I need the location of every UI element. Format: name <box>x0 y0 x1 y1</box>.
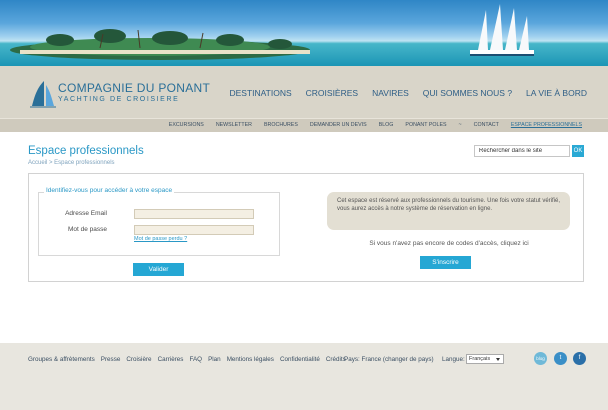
breadcrumb[interactable]: Accueil > Espace professionnels <box>28 160 115 166</box>
email-field[interactable] <box>134 209 254 219</box>
footer-link-groupes[interactable]: Groupes & affrètements <box>28 356 95 363</box>
country-selector[interactable]: Pays: France (changer de pays) <box>344 356 434 363</box>
password-label: Mot de passe <box>67 226 107 233</box>
subnav-newsletter[interactable]: NEWSLETTER <box>210 122 258 128</box>
page-title: Espace professionnels <box>28 145 144 157</box>
footer-link-plan[interactable]: Plan <box>208 356 221 363</box>
subnav-devis[interactable]: DEMANDER UN DEVIS <box>304 122 373 128</box>
nav-destinations[interactable]: DESTINATIONS <box>222 88 298 98</box>
site-footer: Groupes & affrètements Presse Croisière … <box>0 343 608 410</box>
subnav-espace-pro[interactable]: ESPACE PROFESSIONNELS <box>505 122 588 128</box>
banner-illustration <box>10 4 534 60</box>
nav-navires[interactable]: NAVIRES <box>365 88 416 98</box>
footer-link-faq[interactable]: FAQ <box>189 356 202 363</box>
validate-button[interactable]: Valider <box>133 263 184 276</box>
footer-link-carrieres[interactable]: Carrières <box>158 356 184 363</box>
subnav-blog[interactable]: BLOG <box>373 122 400 128</box>
signup-button[interactable]: S'inscrire <box>420 256 471 269</box>
blog-icon[interactable]: blog <box>534 352 547 365</box>
footer-link-croisiere[interactable]: Croisière <box>126 356 151 363</box>
nav-vie-a-bord[interactable]: LA VIE À BORD <box>519 88 594 98</box>
forgot-password-link[interactable]: Mot de passe perdu ? <box>134 236 187 242</box>
info-box: Cet espace est réservé aux professionnel… <box>327 192 570 230</box>
hero-banner <box>0 0 608 66</box>
login-fieldset: Identifiez-vous pour accéder à votre esp… <box>38 187 280 256</box>
subnav-excursions[interactable]: EXCURSIONS <box>163 122 210 128</box>
secondary-navigation: EXCURSIONS NEWSLETTER BROCHURES DEMANDER… <box>0 118 608 132</box>
twitter-icon[interactable]: t <box>554 352 567 365</box>
brand-name: COMPAGNIE DU PONANT <box>58 81 211 95</box>
brand-logo[interactable]: COMPAGNIE DU PONANT YACHTING DE CROISIER… <box>30 79 210 109</box>
email-label: Adresse Email <box>65 210 107 217</box>
footer-link-confidentialite[interactable]: Confidentialité <box>280 356 320 363</box>
language-label: Langue: <box>442 356 465 363</box>
nav-qui-sommes-nous[interactable]: QUI SOMMES NOUS ? <box>416 88 519 98</box>
page: COMPAGNIE DU PONANT YACHTING DE CROISIER… <box>0 0 608 410</box>
search-button[interactable]: OK <box>572 145 584 157</box>
no-access-text: Si vous n'avez pas encore de codes d'acc… <box>369 240 529 247</box>
footer-link-credits[interactable]: Crédits <box>326 356 346 363</box>
language-value: Français <box>469 356 491 362</box>
facebook-icon[interactable]: f <box>573 352 586 365</box>
chevron-down-icon <box>496 358 500 361</box>
main-navigation: DESTINATIONS CROISIÈRES NAVIRES QUI SOMM… <box>222 88 594 98</box>
login-panel: Identifiez-vous pour accéder à votre esp… <box>28 173 584 282</box>
site-header: COMPAGNIE DU PONANT YACHTING DE CROISIER… <box>0 66 608 118</box>
search-input[interactable] <box>474 145 570 157</box>
language-select[interactable]: Français <box>466 354 504 364</box>
subnav-separator-icon: ~ <box>458 122 462 128</box>
footer-links: Groupes & affrètements Presse Croisière … <box>28 356 352 363</box>
footer-link-presse[interactable]: Presse <box>101 356 121 363</box>
login-legend: Identifiez-vous pour accéder à votre esp… <box>44 187 175 194</box>
password-field[interactable] <box>134 225 254 235</box>
subnav-ponant-poles[interactable]: PONANT POLES <box>399 122 452 128</box>
subnav-brochures[interactable]: BROCHURES <box>258 122 304 128</box>
nav-croisieres[interactable]: CROISIÈRES <box>299 88 365 98</box>
sail-logo-icon <box>30 81 56 108</box>
footer-link-mentions[interactable]: Mentions légales <box>227 356 274 363</box>
brand-tagline: YACHTING DE CROISIERE <box>58 96 180 103</box>
subnav-contact[interactable]: CONTACT <box>468 122 505 128</box>
